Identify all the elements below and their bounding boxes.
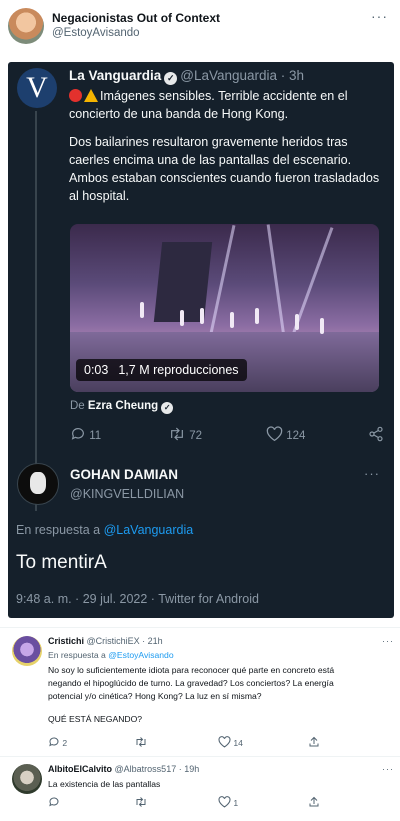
retweet-icon (136, 797, 146, 807)
dancer (140, 302, 144, 318)
tweet-actions: 1 (48, 796, 338, 810)
tweet-line-2: Dos bailarines resultaron gravemente her… (69, 135, 380, 203)
reply-icon (71, 428, 84, 440)
author-name[interactable]: GOHAN DAMIAN (70, 467, 178, 482)
video-views: 1,7 M reproducciones (118, 363, 239, 377)
retweet-button[interactable] (134, 736, 148, 748)
tweet-text: Imágenes sensibles. Terrible accidente e… (69, 87, 387, 215)
more-dots-icon[interactable]: ··· (364, 466, 380, 481)
more-dots-icon[interactable]: ··· (382, 636, 394, 646)
reply-icon (49, 797, 59, 807)
share-icon (309, 796, 319, 807)
retweet-button[interactable] (134, 796, 148, 808)
share-icon (369, 426, 383, 442)
verified-badge-icon: ✓ (161, 402, 174, 414)
retweet-icon (136, 737, 146, 747)
share-icon (309, 736, 319, 747)
like-count: 124 (286, 430, 306, 442)
reply-button[interactable]: 2 (48, 736, 67, 748)
more-dots-icon[interactable]: ··· (382, 764, 394, 774)
avatar[interactable] (17, 463, 59, 505)
tweet-text: La existencia de las pantallas (48, 779, 161, 789)
header-tweet: Negacionistas Out of Context @EstoyAvisa… (0, 0, 400, 52)
like-button[interactable]: 124 (266, 426, 305, 442)
dancer (230, 312, 234, 328)
dancer (255, 308, 259, 324)
author-name[interactable]: La Vanguardia (69, 68, 161, 83)
like-count: 14 (233, 738, 243, 748)
reply-context: En respuesta a @LaVanguardia (16, 523, 193, 537)
author-handle[interactable]: @EstoyAvisando (52, 27, 140, 39)
tweet-actions: 11 72 124 (70, 426, 383, 444)
author-name[interactable]: Negacionistas Out of Context (52, 11, 220, 25)
video-player[interactable]: 0:03 1,7 M reproducciones (70, 224, 379, 392)
reply-header: Cristichi @CristichiEX · 21h ··· (48, 636, 393, 646)
reply-button[interactable]: 11 (70, 426, 101, 442)
from-prefix: De (70, 400, 85, 412)
reply-count: 2 (62, 738, 68, 748)
tweet-actions: 2 14 (48, 736, 338, 750)
heart-icon (218, 736, 231, 748)
author-handle-time: @LaVanguardia · 3h (180, 68, 305, 83)
like-button[interactable]: 1 (218, 796, 238, 808)
dancer (295, 314, 299, 330)
avatar[interactable] (8, 8, 44, 44)
share-button[interactable] (368, 426, 384, 442)
author-handle-time: @CristichiEX · 21h (86, 636, 163, 646)
retweet-count: 72 (189, 430, 202, 442)
warning-icon (84, 89, 98, 102)
heart-icon (218, 796, 231, 808)
retweet-button[interactable]: 72 (168, 426, 202, 442)
avatar[interactable] (12, 636, 42, 666)
tweet-text-2: QUÉ ESTÁ NEGANDO? (48, 714, 143, 724)
video-badge: 0:03 1,7 M reproducciones (76, 359, 247, 381)
share-button[interactable] (308, 736, 320, 748)
avatar[interactable] (12, 764, 42, 794)
reply-prefix: En respuesta a (16, 523, 101, 537)
like-count: 1 (233, 798, 239, 808)
reply-context: En respuesta a @EstoyAvisando (48, 650, 174, 660)
tweet-text: No soy lo suficientemente idiota para re… (48, 664, 348, 726)
verified-badge-icon: ✓ (164, 72, 178, 85)
lavanguardia-header: La Vanguardia ✓ @LaVanguardia · 3h (69, 68, 304, 85)
reply-icon (49, 737, 59, 747)
divider (0, 756, 400, 757)
tweet-text: To mentirA (16, 552, 107, 573)
retweet-icon (171, 427, 183, 441)
divider (0, 627, 400, 628)
reply-button[interactable] (48, 796, 60, 808)
from-author[interactable]: Ezra Cheung (88, 400, 158, 412)
heart-icon (266, 426, 283, 442)
reply-to-link[interactable]: @LaVanguardia (104, 523, 194, 537)
avatar-face (30, 472, 46, 494)
more-dots-icon[interactable]: ··· (371, 8, 388, 24)
tweet-meta: 9:48 a. m. · 29 jul. 2022 · Twitter for … (16, 592, 259, 606)
reply-prefix: En respuesta a (48, 650, 106, 660)
author-handle-time: @Albatross517 · 19h (114, 764, 200, 774)
avatar[interactable]: V (17, 68, 57, 108)
author-name[interactable]: AlbitoElCalvito (48, 764, 112, 774)
reply-to-link[interactable]: @EstoyAvisando (108, 650, 173, 660)
red-circle-icon (69, 89, 82, 102)
light-beam (266, 224, 287, 344)
dancer (200, 308, 204, 324)
dancer (320, 318, 324, 334)
author-handle[interactable]: @KINGVELLDILIAN (70, 487, 184, 501)
share-button[interactable] (308, 796, 320, 808)
like-button[interactable]: 14 (218, 736, 243, 748)
tweet-line-1: Imágenes sensibles. Terrible accidente e… (69, 89, 348, 121)
video-time: 0:03 (84, 363, 109, 377)
tweet-text-1: No soy lo suficientemente idiota para re… (48, 665, 335, 701)
author-name[interactable]: Cristichi (48, 636, 84, 646)
embedded-screenshot: V La Vanguardia ✓ @LaVanguardia · 3h Imáge… (8, 62, 394, 618)
reply-count: 11 (89, 430, 102, 442)
dancer (180, 310, 184, 326)
thread-line (35, 111, 37, 511)
reply-header: AlbitoElCalvito @Albatross517 · 19h ··· (48, 764, 393, 774)
video-attribution: De Ezra Cheung ✓ (70, 400, 176, 414)
